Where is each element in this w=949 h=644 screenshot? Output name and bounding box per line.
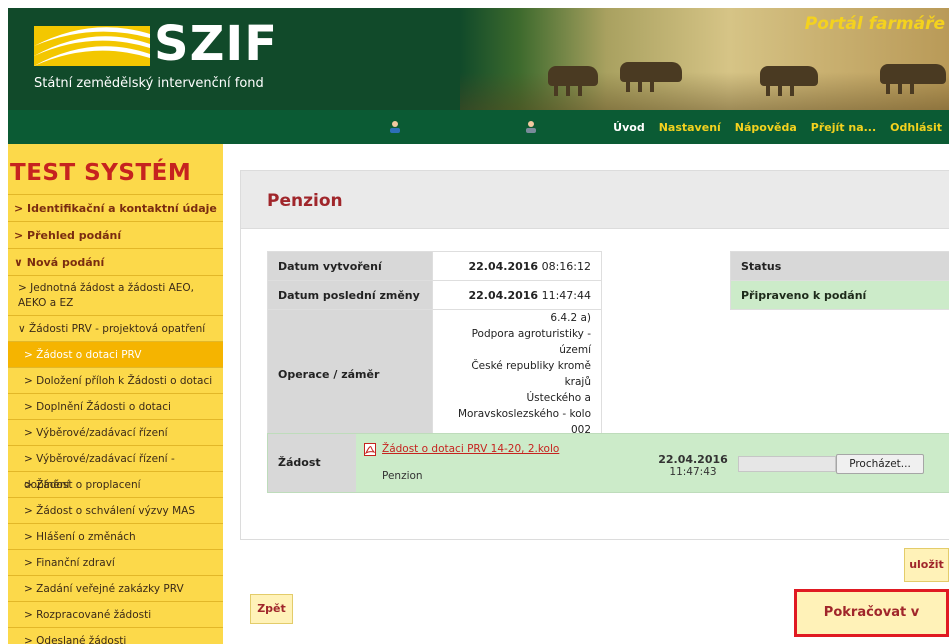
continue-button[interactable]: Pokračovat v podání [794,589,949,637]
user-icon[interactable] [388,120,402,134]
main-header [241,171,949,229]
sidebar-item-doplneni[interactable]: Doplnění Žádosti o dotaci [8,393,223,419]
cow-silhouette [620,62,682,92]
table-row: Status [730,251,949,281]
sidebar-item-identifikacni[interactable]: Identifikační a kontaktní údaje [8,194,223,221]
status-label: Status [730,251,949,281]
zadost-row: Žádost Žádost o dotaci PRV 14-20, 2.kolo… [267,433,949,493]
zadost-date: 22.04.2016 [658,453,728,466]
status-table: Status Připraveno k podání [730,251,949,310]
top-navigation: Úvod Nastavení Nápověda Přejít na... Odh… [8,110,949,144]
changed-date: 22.04.2016 [468,288,539,302]
sidebar-item-nova-podani[interactable]: Nová podání [8,248,223,275]
nav-odhlasit[interactable]: Odhlásit [883,121,949,134]
cow-silhouette [548,66,598,96]
sidebar-item-vyzva-mas[interactable]: Žádost o schválení výzvy MAS [8,497,223,523]
sidebar-item-zadosti-prv[interactable]: Žádosti PRV - projektová opatření [8,315,223,341]
created-date: 22.04.2016 [468,259,539,273]
info-table: Datum vytvoření 22.04.2016 08:16:12 Datu… [267,251,602,439]
nav-uvod[interactable]: Úvod [606,121,652,134]
changed-time: 11:47:44 [541,288,591,302]
nav-napoveda[interactable]: Nápověda [728,121,804,134]
sidebar-item-verejne-zakazky[interactable]: Zadání veřejné zakázky PRV [8,575,223,601]
table-row: Datum poslední změny 22.04.2016 11:47:44 [267,280,602,310]
sidebar-item-jednotna-zadost[interactable]: Jednotná žádost a žádosti AEO, AEKO a EZ [8,275,223,315]
sidebar-item-rozpracovane[interactable]: Rozpracované žádosti [8,601,223,627]
system-title: TEST SYSTÉM [10,160,192,186]
zadost-name: Penzion [382,470,423,482]
zadost-pdf-link[interactable]: Žádost o dotaci PRV 14-20, 2.kolo [382,443,559,455]
sidebar-item-vyberove-rizeni[interactable]: Výběrové/zadávací řízení [8,419,223,445]
save-button[interactable]: uložit [904,548,949,582]
pdf-icon [364,443,376,456]
browse-button[interactable]: Procházet... [836,454,924,474]
portal-title: Portál farmáře [804,14,945,34]
sidebar-item-hlaseni-zmen[interactable]: Hlášení o změnách [8,523,223,549]
sidebar-item-proplaceni[interactable]: Žádost o proplacení [8,471,223,497]
user-switch-icon[interactable] [524,120,538,134]
created-label: Datum vytvoření [267,251,433,281]
sidebar-item-dolozeni-priloh[interactable]: Doložení příloh k Žádosti o dotaci [8,367,223,393]
operation-code: 6.4.2 a) [550,312,591,324]
zadost-label: Žádost [268,434,356,492]
nav-nastaveni[interactable]: Nastavení [652,121,728,134]
sidebar-item-prehled[interactable]: Přehled podání [8,221,223,248]
created-time: 08:16:12 [541,259,591,273]
sidebar: TEST SYSTÉM Identifikační a kontaktní úd… [8,144,223,644]
status-badge: Připraveno k podání [730,280,949,310]
logo-subtitle: Státní zemědělský intervenční fond [34,76,264,91]
page-title: Penzion [267,191,343,211]
nav-prejit-na[interactable]: Přejít na... [804,121,883,134]
table-row: Datum vytvoření 22.04.2016 08:16:12 [267,251,602,281]
sidebar-menu: Identifikační a kontaktní údaje Přehled … [8,194,223,644]
changed-value: 22.04.2016 11:47:44 [432,280,602,310]
operation-label: Operace / záměr [267,309,433,439]
file-path-field[interactable] [738,456,836,472]
operation-line: Ústeckého a [526,392,591,404]
changed-label: Datum poslední změny [267,280,433,310]
site-header: SZIF Státní zemědělský intervenční fond … [8,8,949,110]
logo-text: SZIF [154,16,279,72]
cow-silhouette [760,66,818,96]
table-row: Operace / záměr 6.4.2 a) Podpora agrotur… [267,309,602,439]
operation-line: Podpora agroturistiky - území [471,328,591,356]
created-value: 22.04.2016 08:16:12 [432,251,602,281]
main-panel: Penzion Datum vytvoření 22.04.2016 08:16… [240,170,949,540]
sidebar-item-vyberove-doplneni[interactable]: Výběrové/zadávací řízení - doplnění [8,445,223,491]
zadost-time: 11:47:43 [669,466,717,478]
operation-line: České republiky kromě krajů [471,360,591,388]
cow-silhouette [880,64,946,94]
sidebar-item-odeslane[interactable]: Odeslané žádosti [8,627,223,644]
operation-value: 6.4.2 a) Podpora agroturistiky - území Č… [432,309,602,439]
logo-emblem [34,26,150,66]
back-button[interactable]: Zpět [250,594,293,624]
table-row: Připraveno k podání [730,280,949,310]
sidebar-item-zadost-o-dotaci[interactable]: Žádost o dotaci PRV [8,341,223,367]
sidebar-item-financni-zdravi[interactable]: Finanční zdraví [8,549,223,575]
